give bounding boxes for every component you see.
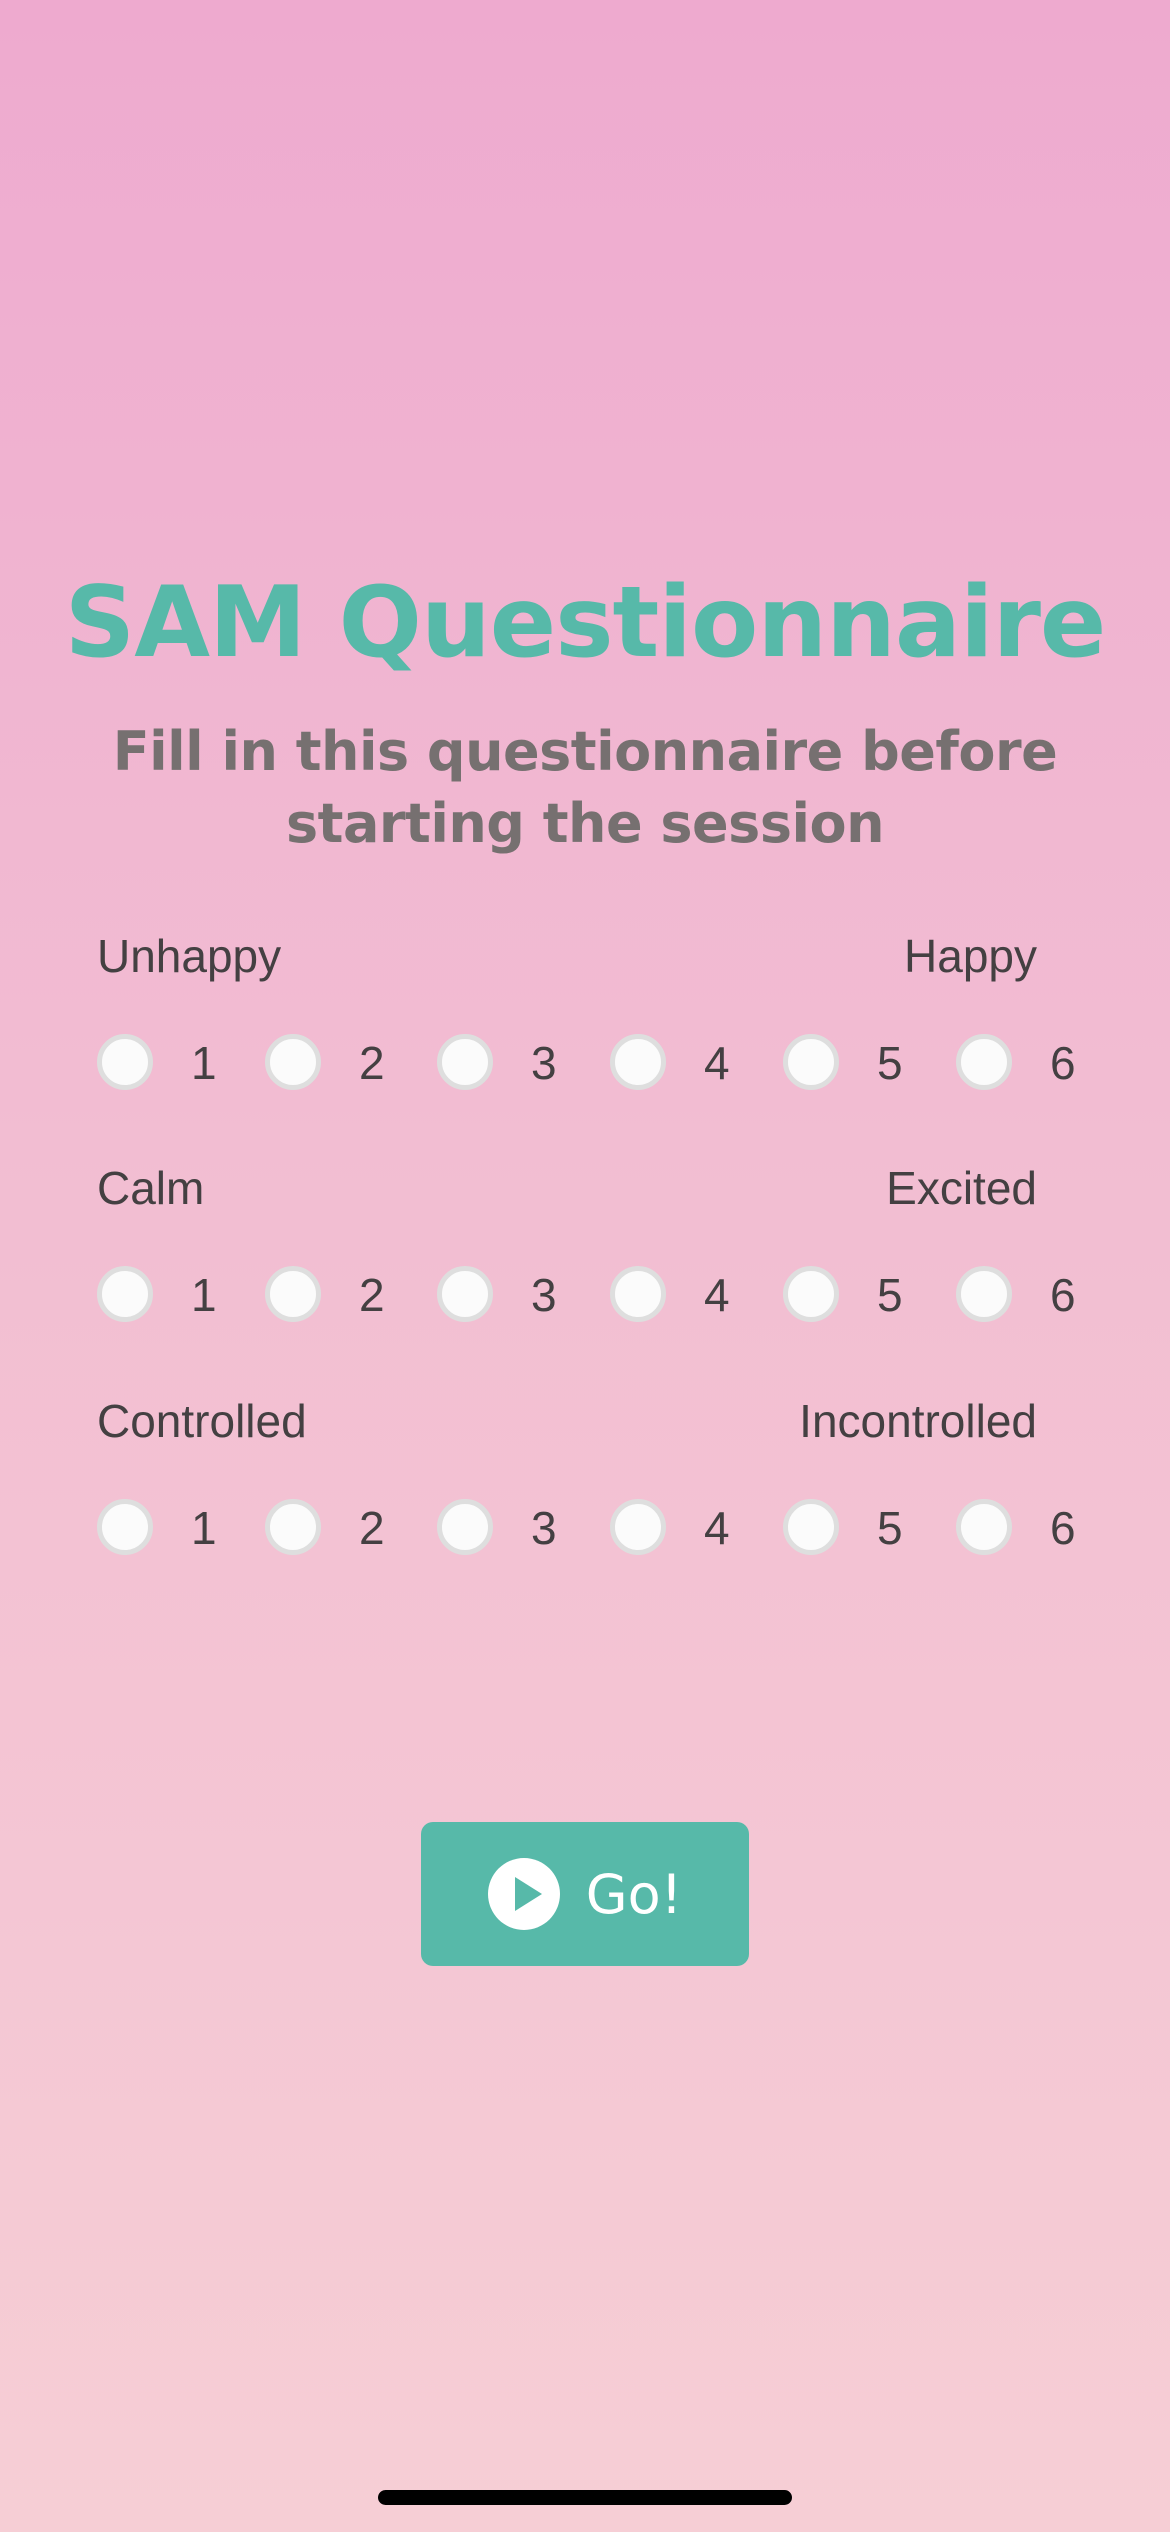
radio-button[interactable] [265,1034,321,1090]
scale-left-label: Calm [97,1162,205,1214]
radio-option-2[interactable]: 2 [265,1030,435,1100]
play-circle-icon [487,1858,560,1930]
radio-button[interactable] [783,1266,839,1322]
radio-option-4[interactable]: 4 [610,1262,780,1332]
radio-option-label: 4 [704,1269,730,1321]
radio-button[interactable] [956,1499,1012,1555]
radio-button[interactable] [956,1034,1012,1090]
radio-button[interactable] [437,1499,493,1555]
radio-option-label: 2 [359,1269,385,1321]
radio-button[interactable] [956,1266,1012,1322]
radio-option-label: 4 [704,1037,730,1089]
scale-right-label: Happy [904,930,1037,982]
radio-option-label: 3 [531,1502,557,1554]
radio-option-1[interactable]: 1 [97,1262,267,1332]
radio-option-5[interactable]: 5 [783,1030,953,1100]
radio-option-2[interactable]: 2 [265,1495,435,1565]
radio-option-1[interactable]: 1 [97,1495,267,1565]
radio-option-label: 1 [191,1269,217,1321]
radio-option-5[interactable]: 5 [783,1495,953,1565]
go-button[interactable]: Go! [421,1822,749,1966]
radio-option-label: 2 [359,1502,385,1554]
radio-option-label: 6 [1050,1269,1076,1321]
page-title: SAM Questionnaire [64,566,1107,680]
radio-option-4[interactable]: 4 [610,1030,780,1100]
radio-option-label: 1 [191,1037,217,1089]
radio-option-label: 3 [531,1269,557,1321]
radio-option-2[interactable]: 2 [265,1262,435,1332]
radio-button[interactable] [783,1034,839,1090]
scale-right-label: Incontrolled [799,1395,1037,1447]
radio-button[interactable] [610,1034,666,1090]
radio-group: 1 2 3 4 5 6 [0,1262,1170,1332]
radio-option-5[interactable]: 5 [783,1262,953,1332]
radio-button[interactable] [610,1499,666,1555]
radio-option-label: 4 [704,1502,730,1554]
radio-option-label: 6 [1050,1037,1076,1089]
radio-button[interactable] [437,1266,493,1322]
radio-button[interactable] [437,1034,493,1090]
scale-left-label: Unhappy [97,930,282,982]
radio-button[interactable] [265,1499,321,1555]
radio-option-label: 1 [191,1502,217,1554]
radio-option-6[interactable]: 6 [956,1262,1126,1332]
page-subtitle: Fill in this questionnaire before starti… [112,720,1058,855]
radio-option-3[interactable]: 3 [437,1030,607,1100]
radio-option-6[interactable]: 6 [956,1495,1126,1565]
scale-right-label: Excited [886,1162,1037,1214]
go-button-label: Go! [585,1862,683,1926]
radio-group: 1 2 3 4 5 6 [0,1495,1170,1565]
radio-button[interactable] [97,1034,153,1090]
radio-button[interactable] [97,1499,153,1555]
radio-option-label: 5 [877,1502,903,1554]
radio-option-label: 3 [531,1037,557,1089]
radio-option-label: 5 [877,1037,903,1089]
radio-option-6[interactable]: 6 [956,1030,1126,1100]
radio-option-3[interactable]: 3 [437,1262,607,1332]
radio-option-4[interactable]: 4 [610,1495,780,1565]
scale-left-label: Controlled [97,1395,307,1447]
radio-option-label: 2 [359,1037,385,1089]
radio-group: 1 2 3 4 5 6 [0,1030,1170,1100]
radio-option-label: 5 [877,1269,903,1321]
radio-option-1[interactable]: 1 [97,1030,267,1100]
radio-button[interactable] [783,1499,839,1555]
radio-option-3[interactable]: 3 [437,1495,607,1565]
radio-button[interactable] [97,1266,153,1322]
home-indicator[interactable] [378,2490,792,2505]
radio-button[interactable] [265,1266,321,1322]
radio-option-label: 6 [1050,1502,1076,1554]
radio-button[interactable] [610,1266,666,1322]
